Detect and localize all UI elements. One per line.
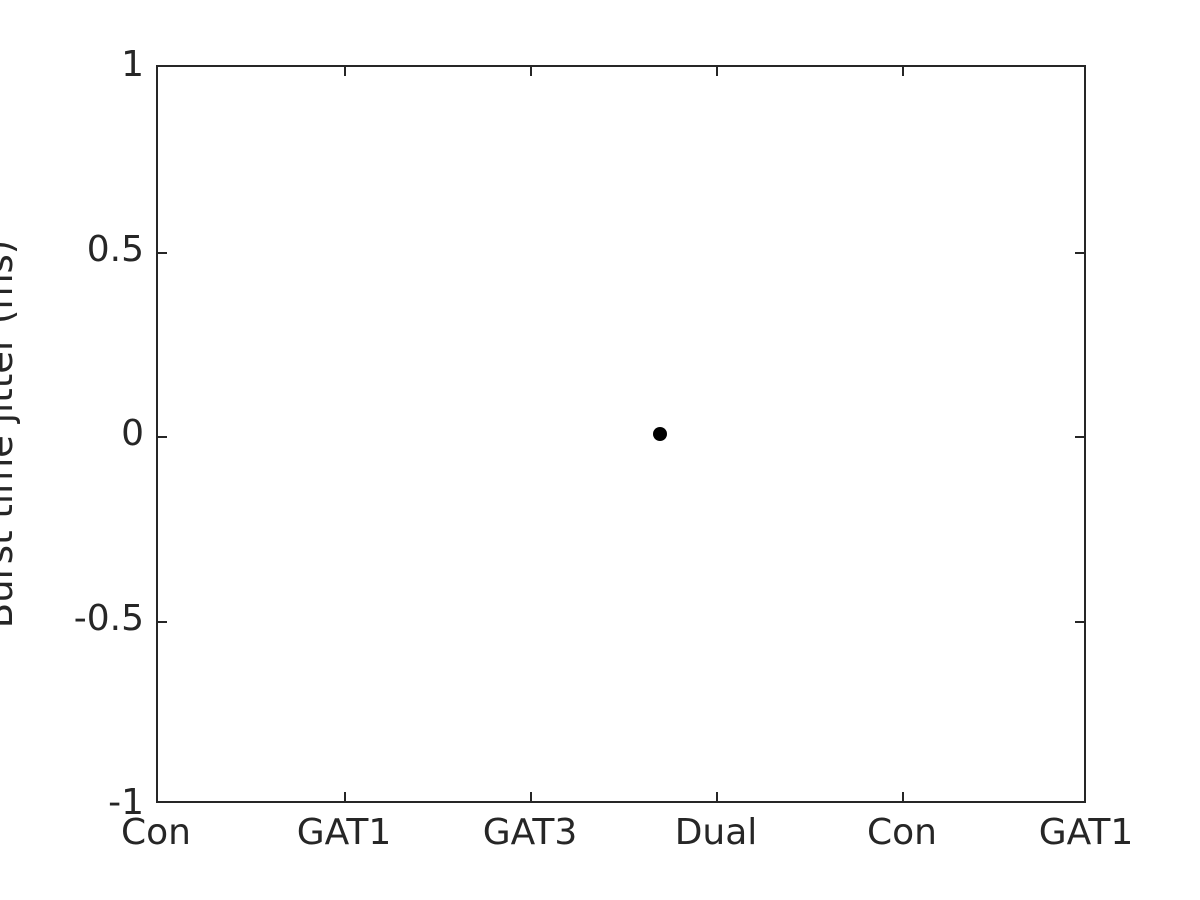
figure-canvas: Burst time jitter (ms) 1 0.5 0 -0.5 -1 C… [0,0,1200,900]
y-axis-label-text: Burst time jitter (ms) [0,239,21,629]
y-axis-label: Burst time jitter (ms) [0,114,22,754]
data-point-marker [652,427,667,441]
x-tick-label: Dual [674,812,758,853]
x-tick-label: Con [121,812,191,853]
x-tick-label: GAT1 [1038,812,1134,853]
data-points-layer [158,67,1084,801]
y-tick-label: -0.5 [73,598,144,639]
y-tick-label: 0 [121,413,144,454]
y-tick-label: 0.5 [86,229,144,270]
x-tick-label: GAT1 [296,812,392,853]
x-tick-label: Con [867,812,937,853]
y-tick-label: 1 [121,44,144,85]
x-tick-label: GAT3 [482,812,578,853]
plot-area [156,65,1086,803]
